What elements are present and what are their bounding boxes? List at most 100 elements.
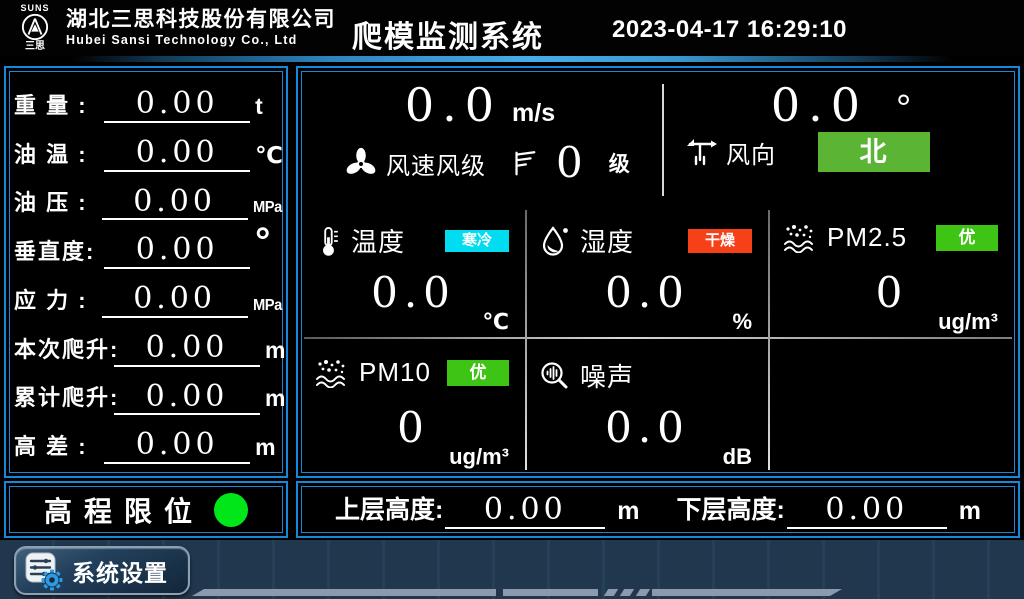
- sensor-unit: ug/m³: [449, 444, 509, 470]
- status-badge: 优: [447, 360, 509, 386]
- metric-unit: t: [255, 93, 284, 120]
- metric-value: 0.00: [102, 185, 248, 221]
- metric-value: 0.00: [104, 428, 250, 464]
- upper-height-label: 上层高度:: [335, 490, 443, 526]
- metric-row-height-diff: 高 差 : 0.00 m: [14, 418, 284, 467]
- wind-speed-label: 风速风级: [386, 146, 486, 181]
- metric-row-total-climb: 累计爬升: 0.00 m: [14, 370, 284, 419]
- wind-level-flag-icon: [510, 147, 538, 179]
- wind-level-unit: 级: [609, 148, 630, 178]
- dust-icon: [782, 223, 818, 253]
- metric-value: 0.00: [104, 87, 250, 123]
- wind-speed-value: 0.0: [405, 82, 502, 128]
- metric-label: 应 力 :: [14, 283, 102, 315]
- metric-row-oil-pressure: 油 压 : 0.00 MPa: [14, 175, 284, 224]
- wind-speed-readout: 0.0 m/s: [298, 82, 662, 128]
- metric-label: 本次爬升:: [14, 332, 114, 364]
- lower-height-label: 下层高度:: [676, 490, 784, 526]
- layer-heights-panel: 上层高度: 0.00 m 下层高度: 0.00 m: [296, 481, 1020, 538]
- metric-unit: m: [265, 337, 285, 364]
- taskbar-stripe: [192, 589, 496, 596]
- dust-icon: [314, 358, 350, 388]
- page-title: 爬模监测系统: [352, 12, 544, 56]
- sensor-cell-pm10: PM10 优 0 ug/m³: [302, 341, 525, 472]
- metric-row-current-climb: 本次爬升: 0.00 m: [14, 321, 284, 370]
- metric-unit: MPa: [253, 199, 282, 217]
- metric-unit: m: [265, 385, 285, 412]
- lower-height-value: 0.00: [787, 493, 947, 529]
- metric-label: 垂直度:: [14, 234, 104, 266]
- wind-speed-block: 0.0 m/s 风速风级: [298, 68, 662, 202]
- upper-height-value: 0.00: [445, 493, 605, 529]
- company-name: 湖北三思科技股份有限公司 Hubei Sansi Technology Co.,…: [66, 7, 336, 48]
- wind-speed-unit: m/s: [512, 99, 555, 128]
- metrics-panel: 重 量 : 0.00 t 油 温 : 0.00 ℃ 油 压 : 0.00 MPa…: [4, 66, 288, 478]
- company-name-en: Hubei Sansi Technology Co., Ltd: [66, 32, 336, 48]
- wind-direction-caption: 风向 北: [664, 132, 1018, 172]
- datetime: 2023-04-17 16:29:10: [612, 16, 847, 44]
- settings-label: 系统设置: [72, 554, 168, 588]
- sensor-cell-noise: 噪声 0.0 dB: [527, 341, 768, 472]
- taskbar-stripe-slash: [620, 589, 634, 596]
- logo-text-bottom: 三思: [25, 41, 45, 52]
- taskbar-stripe: [652, 589, 842, 596]
- metric-label: 油 温 :: [14, 137, 104, 169]
- logo-text-top: SUNS: [20, 3, 49, 13]
- upper-height-group: 上层高度: 0.00 m: [335, 490, 640, 529]
- metric-row-verticality: 垂直度: 0.00 °: [14, 223, 284, 272]
- metric-value: 0.00: [104, 233, 250, 269]
- metric-value: 0.00: [114, 380, 260, 416]
- wind-speed-caption: 风速风级 0 级: [298, 142, 662, 184]
- company-name-cn: 湖北三思科技股份有限公司: [66, 7, 336, 32]
- metric-value: 0.00: [114, 331, 260, 367]
- sensor-label: 温度: [351, 222, 405, 259]
- metric-label: 油 压 :: [14, 185, 102, 217]
- wind-direction-value: 0.0: [771, 82, 868, 128]
- status-badge: 寒冷: [445, 230, 509, 252]
- lower-height-group: 下层高度: 0.00 m: [676, 490, 981, 529]
- elevation-limit-indicator: [214, 493, 248, 527]
- settings-button[interactable]: 系统设置: [14, 546, 190, 595]
- sensor-cell-humidity: 湿度 干燥 0.0 %: [527, 206, 768, 337]
- wind-direction-block: 0.0 ° 风向 北: [664, 68, 1018, 202]
- app-screen: SUNS 三思 湖北三思科技股份有限公司 Hubei Sansi Technol…: [0, 0, 1024, 599]
- taskbar: 系统设置: [0, 540, 1024, 599]
- sensor-label: PM2.5: [827, 222, 907, 253]
- environment-panel: 0.0 m/s 风速风级: [296, 66, 1020, 478]
- wind-level-value: 0: [556, 142, 583, 184]
- noise-icon: [539, 360, 571, 392]
- sensor-cell-temperature: 温度 寒冷 0.0 ℃: [302, 206, 525, 337]
- sensor-label: 湿度: [580, 222, 634, 259]
- company-logo: SUNS 三思: [10, 3, 60, 52]
- taskbar-stripe: [503, 589, 598, 596]
- metric-row-stress: 应 力 : 0.00 MPa: [14, 272, 284, 321]
- thermometer-icon: [314, 224, 342, 258]
- logo-mark-icon: [21, 13, 49, 41]
- metric-row-oil-temp: 油 温 : 0.00 ℃: [14, 126, 284, 175]
- sensor-label: PM10: [359, 357, 431, 388]
- fan-icon: [344, 146, 378, 180]
- metric-unit: ℃: [255, 142, 284, 169]
- sensor-label: 噪声: [580, 357, 634, 394]
- droplet-icon: [539, 224, 571, 258]
- metric-unit: MPa: [253, 297, 282, 315]
- wind-vane-icon: [684, 136, 718, 168]
- wind-direction-label: 风向: [726, 135, 776, 170]
- status-badge: 优: [936, 225, 998, 251]
- taskbar-stripe-slash: [604, 589, 618, 596]
- metric-value: 0.00: [102, 282, 248, 318]
- header-divider: [0, 56, 1024, 62]
- brand: SUNS 三思 湖北三思科技股份有限公司 Hubei Sansi Technol…: [10, 3, 336, 52]
- lower-height-unit: m: [959, 497, 981, 526]
- elevation-limit-panel: 高程限位: [4, 481, 288, 538]
- metric-unit: m: [255, 434, 284, 461]
- status-badge: 干燥: [688, 229, 752, 253]
- sensor-unit: ug/m³: [938, 309, 998, 335]
- wind-direction-badge: 北: [818, 132, 930, 172]
- upper-height-unit: m: [617, 497, 639, 526]
- elevation-limit-label: 高程限位: [44, 490, 204, 530]
- sensor-cell-pm25: PM2.5 优 0 ug/m³: [770, 206, 1014, 337]
- metric-label: 累计爬升:: [14, 380, 114, 412]
- settings-icon: [24, 551, 64, 591]
- sensor-unit: %: [732, 309, 752, 335]
